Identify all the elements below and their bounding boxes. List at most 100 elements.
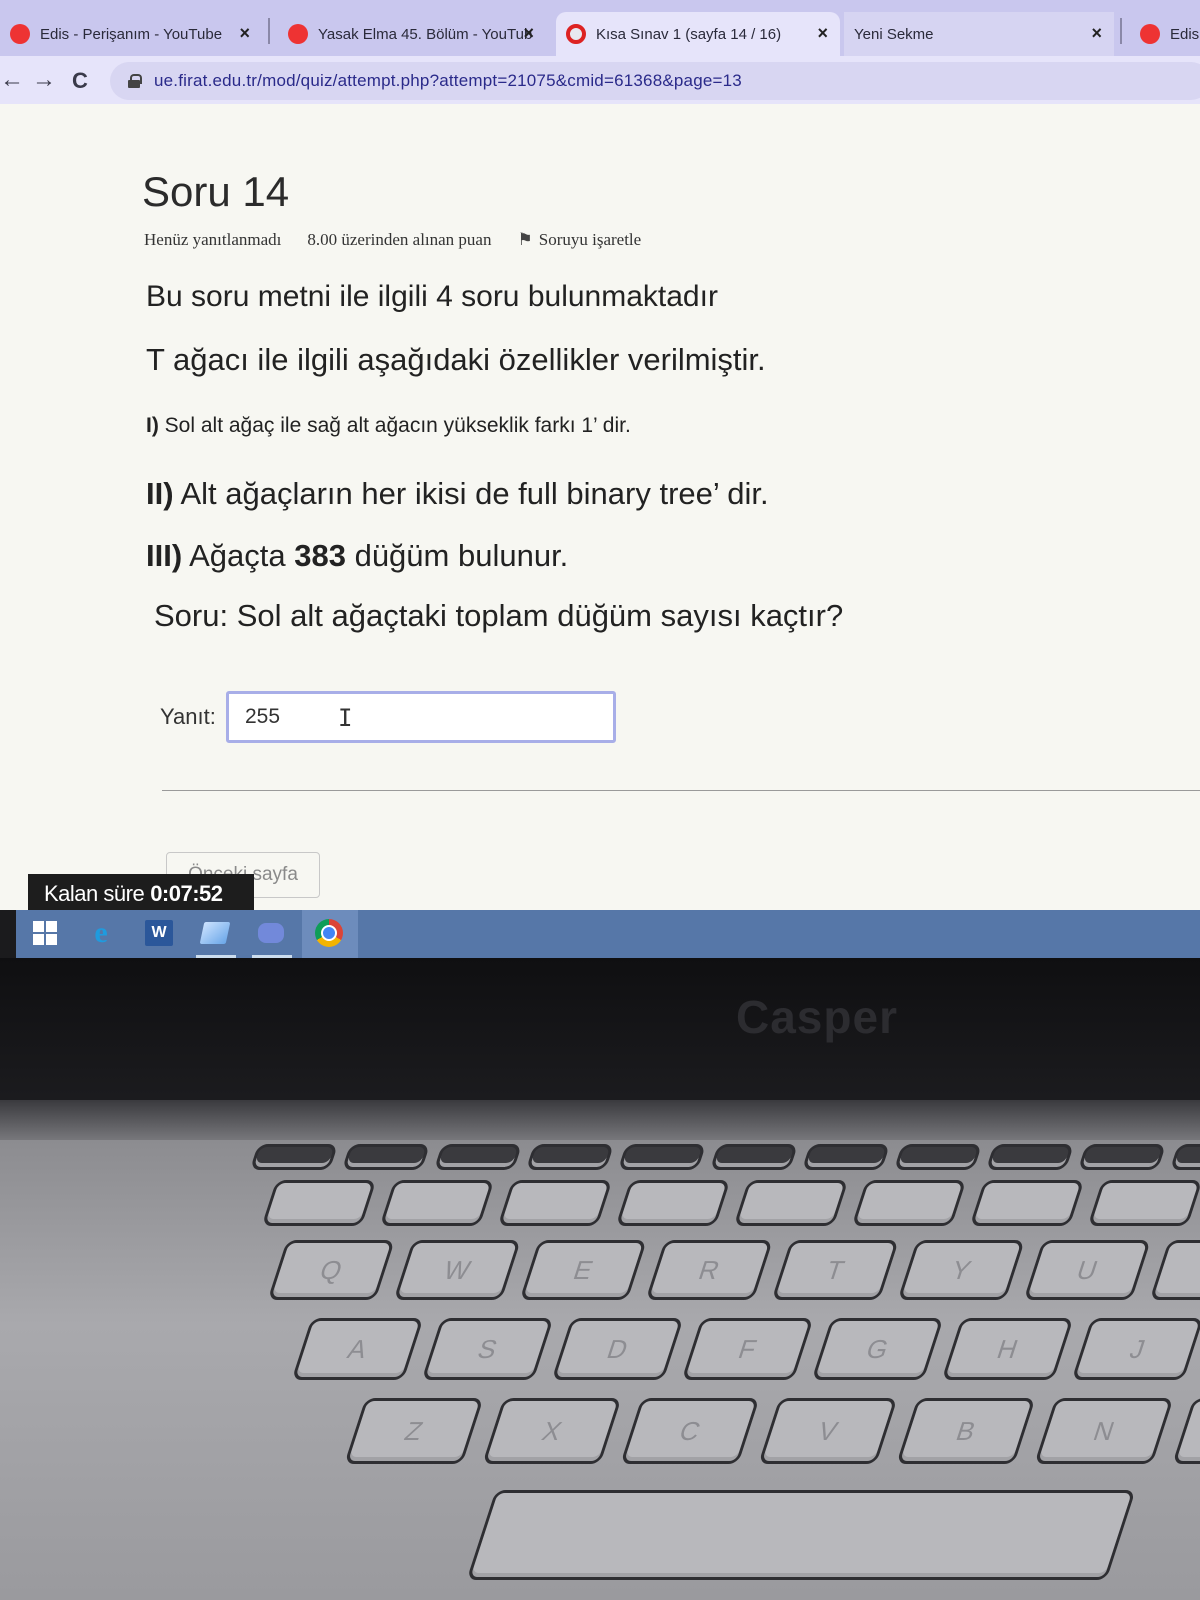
- close-icon[interactable]: ×: [1091, 23, 1102, 44]
- key-f[interactable]: F: [681, 1318, 814, 1380]
- text-cursor-icon: I: [338, 704, 353, 732]
- key-i[interactable]: I: [1149, 1240, 1200, 1300]
- function-key[interactable]: [1169, 1144, 1200, 1170]
- tab-kisa-sinav[interactable]: Kısa Sınav 1 (sayfa 14 / 16) ×: [556, 12, 840, 56]
- url-text: ue.firat.edu.tr/mod/quiz/attempt.php?att…: [154, 71, 742, 90]
- close-icon[interactable]: ×: [523, 23, 534, 44]
- notes-icon[interactable]: [199, 918, 231, 948]
- key-z[interactable]: Z: [344, 1398, 484, 1464]
- key-n[interactable]: N: [1034, 1398, 1174, 1464]
- close-icon[interactable]: ×: [239, 23, 250, 44]
- key-a[interactable]: A: [291, 1318, 424, 1380]
- number-key[interactable]: [497, 1180, 613, 1226]
- property-2: II) Alt ağaçların her ikisi de full bina…: [146, 476, 769, 512]
- url-field[interactable]: ue.firat.edu.tr/mod/quiz/attempt.php?att…: [110, 62, 1200, 100]
- property-text-post: düğüm bulunur.: [354, 538, 569, 573]
- key-c[interactable]: C: [620, 1398, 760, 1464]
- function-key[interactable]: [985, 1144, 1075, 1170]
- node-count: 383: [294, 538, 346, 573]
- key-b[interactable]: B: [896, 1398, 1036, 1464]
- question-info: Henüz yanıtlanmadı 8.00 üzerinden alınan…: [144, 230, 641, 250]
- tab-title: Kısa Sınav 1 (sayfa 14 / 16): [596, 25, 782, 43]
- laptop-brand-logo: Casper: [736, 991, 898, 1043]
- quiz-page: Soru 14 Henüz yanıtlanmadı 8.00 üzerinde…: [0, 104, 1200, 914]
- function-key[interactable]: [1077, 1144, 1167, 1170]
- youtube-icon: [288, 24, 308, 44]
- key-e[interactable]: E: [519, 1240, 647, 1300]
- discord-icon[interactable]: [256, 918, 286, 948]
- property-number: II): [146, 476, 174, 511]
- function-key[interactable]: [893, 1144, 983, 1170]
- key-x[interactable]: X: [482, 1398, 622, 1464]
- space-bar[interactable]: [466, 1490, 1136, 1580]
- lock-icon: [128, 74, 142, 88]
- keyboard: QWERTYUIOPASDFGHJKLZXCVBNM: [0, 1140, 1200, 1600]
- key-m[interactable]: M: [1172, 1398, 1200, 1464]
- flag-question-link[interactable]: ⚑ Soruyu işaretle: [517, 230, 641, 250]
- key-h[interactable]: H: [941, 1318, 1074, 1380]
- reload-icon[interactable]: C: [72, 68, 88, 94]
- tab-title: Yeni Sekme: [854, 25, 934, 43]
- edge-icon[interactable]: e: [86, 916, 116, 949]
- answer-input[interactable]: [226, 691, 616, 743]
- back-arrow-icon[interactable]: ←: [0, 66, 24, 94]
- forward-arrow-icon[interactable]: →: [32, 66, 56, 94]
- function-key[interactable]: [801, 1144, 891, 1170]
- tab-title: Yasak Elma 45. Bölüm - YouTub: [318, 25, 533, 43]
- youtube-icon: [10, 24, 30, 44]
- youtube-icon: [1140, 24, 1160, 44]
- key-r[interactable]: R: [645, 1240, 773, 1300]
- function-key[interactable]: [617, 1144, 707, 1170]
- tab-yasak-elma[interactable]: Yasak Elma 45. Bölüm - YouTub ×: [278, 12, 546, 56]
- number-key[interactable]: [1087, 1180, 1200, 1226]
- number-key[interactable]: [969, 1180, 1085, 1226]
- timer-value: 0:07:52: [150, 881, 223, 906]
- answer-label: Yanıt:: [160, 704, 216, 729]
- key-u[interactable]: U: [1023, 1240, 1151, 1300]
- question-prompt: Soru: Sol alt ağaçtaki toplam düğüm sayı…: [154, 598, 844, 633]
- number-key[interactable]: [261, 1180, 377, 1226]
- number-key[interactable]: [615, 1180, 731, 1226]
- property-text: Sol alt ağaç ile sağ alt ağacın yüksekli…: [164, 414, 631, 437]
- tab-separator: [268, 18, 270, 44]
- function-key[interactable]: [249, 1144, 339, 1170]
- question-status: Henüz yanıtlanmadı: [144, 230, 282, 249]
- property-number: I): [146, 414, 159, 437]
- word-icon[interactable]: W: [144, 918, 174, 948]
- tab-title: Edis -: [1170, 25, 1200, 43]
- key-j[interactable]: J: [1071, 1318, 1200, 1380]
- key-g[interactable]: G: [811, 1318, 944, 1380]
- question-title: Soru 14: [142, 168, 290, 215]
- property-number: III): [146, 538, 183, 573]
- close-icon[interactable]: ×: [817, 23, 828, 44]
- key-w[interactable]: W: [393, 1240, 521, 1300]
- number-key[interactable]: [379, 1180, 495, 1226]
- function-key[interactable]: [709, 1144, 799, 1170]
- function-key[interactable]: [341, 1144, 431, 1170]
- tab-yeni-sekme[interactable]: Yeni Sekme ×: [844, 12, 1114, 56]
- windows-start-icon[interactable]: [30, 918, 60, 948]
- chrome-icon[interactable]: [314, 918, 344, 948]
- key-d[interactable]: D: [551, 1318, 684, 1380]
- key-t[interactable]: T: [771, 1240, 899, 1300]
- question-intro: Bu soru metni ile ilgili 4 soru bulunmak…: [146, 280, 718, 313]
- flag-label: Soruyu işaretle: [538, 230, 642, 249]
- number-key[interactable]: [851, 1180, 967, 1226]
- tab-edis-perisanim[interactable]: Edis - Perişanım - YouTube ×: [0, 12, 262, 56]
- function-key[interactable]: [433, 1144, 523, 1170]
- tab-edis[interactable]: Edis -: [1130, 12, 1200, 56]
- windows-taskbar: e W: [16, 910, 1200, 958]
- key-q[interactable]: Q: [267, 1240, 395, 1300]
- key-s[interactable]: S: [421, 1318, 554, 1380]
- number-key[interactable]: [733, 1180, 849, 1226]
- key-v[interactable]: V: [758, 1398, 898, 1464]
- laptop-hinge: [0, 1100, 1200, 1140]
- property-1: I) Sol alt ağaç ile sağ alt ağacın yükse…: [146, 414, 631, 438]
- edge-letter: e: [94, 916, 108, 949]
- timer-label: Kalan süre: [44, 881, 145, 906]
- key-y[interactable]: Y: [897, 1240, 1025, 1300]
- tab-title: Edis - Perişanım - YouTube: [40, 25, 223, 43]
- function-key[interactable]: [525, 1144, 615, 1170]
- flag-icon: ⚑: [517, 230, 533, 249]
- divider: [162, 790, 1200, 791]
